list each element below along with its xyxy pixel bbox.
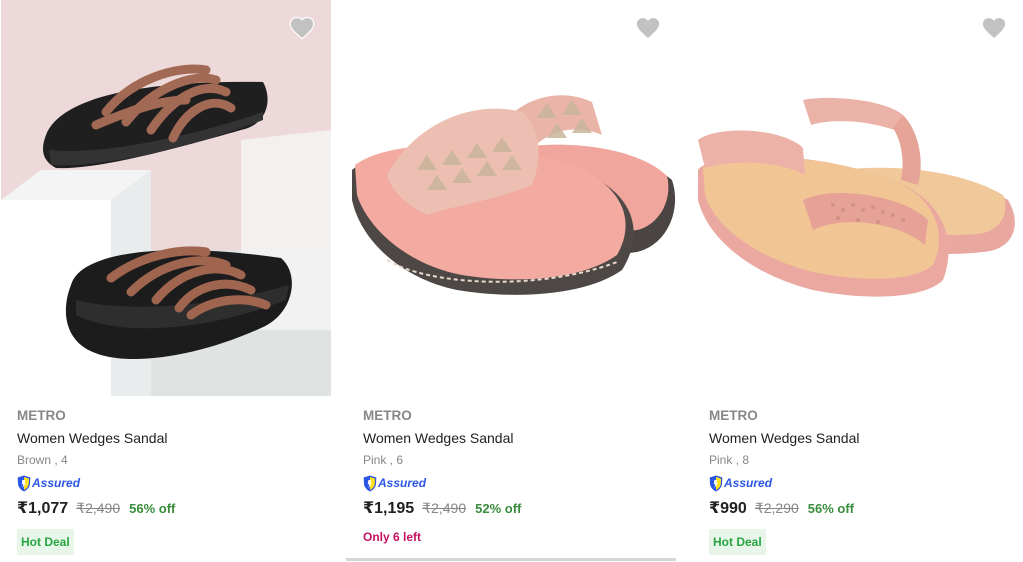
discount-percent: 56% off [129, 501, 176, 516]
product-image[interactable] [1, 0, 331, 396]
wishlist-heart-icon[interactable] [634, 14, 662, 42]
product-brand: METRO [363, 408, 412, 423]
product-image[interactable] [693, 0, 1023, 396]
selling-price: ₹1,077 [17, 500, 69, 517]
selling-price: ₹990 [709, 500, 747, 517]
wishlist-heart-icon[interactable] [980, 14, 1008, 42]
product-info: METRO Women Wedges Sandal Brown , 4 Assu… [17, 406, 317, 555]
selling-price: ₹1,195 [363, 500, 415, 517]
original-price: ₹2,490 [76, 500, 121, 516]
product-info: METRO Women Wedges Sandal Pink , 8 Assur… [709, 406, 1009, 555]
product-variant: Pink , 6 [363, 453, 404, 467]
assured-badge: Assured [709, 474, 1009, 492]
original-price: ₹2,290 [754, 500, 799, 516]
product-variant: Pink , 8 [709, 453, 750, 467]
price-row: ₹1,077 ₹2,490 56% off [17, 498, 317, 518]
discount-percent: 56% off [807, 501, 855, 516]
discount-percent: 52% off [475, 501, 522, 516]
assured-badge: Assured [17, 474, 317, 492]
hot-deal-badge: Hot Deal [709, 529, 766, 555]
original-price: ₹2,490 [422, 500, 467, 516]
price-row: ₹1,195 ₹2,490 52% off [363, 498, 663, 518]
product-info: METRO Women Wedges Sandal Pink , 6 Assur… [363, 406, 663, 545]
image-carousel-indicator [346, 558, 676, 561]
assured-label: Assured [724, 476, 773, 490]
wishlist-heart-icon[interactable] [288, 14, 316, 42]
product-title[interactable]: Women Wedges Sandal [709, 429, 1009, 447]
assured-label: Assured [32, 476, 81, 490]
product-title[interactable]: Women Wedges Sandal [363, 429, 663, 447]
product-card[interactable]: METRO Women Wedges Sandal Pink , 6 Assur… [346, 0, 678, 562]
assured-label: Assured [378, 476, 427, 490]
assured-shield-icon [363, 475, 377, 491]
assured-shield-icon [709, 475, 723, 491]
product-brand: METRO [17, 408, 66, 423]
product-brand: METRO [709, 408, 758, 423]
stock-note: Only 6 left [363, 530, 422, 544]
product-image[interactable] [347, 0, 677, 396]
product-card[interactable]: METRO Women Wedges Sandal Pink , 8 Assur… [692, 0, 1023, 562]
assured-badge: Assured [363, 474, 663, 492]
product-grid: METRO Women Wedges Sandal Brown , 4 Assu… [0, 0, 1023, 562]
assured-shield-icon [17, 475, 31, 491]
hot-deal-badge: Hot Deal [17, 529, 74, 555]
product-title[interactable]: Women Wedges Sandal [17, 429, 317, 447]
product-card[interactable]: METRO Women Wedges Sandal Brown , 4 Assu… [0, 0, 332, 562]
price-row: ₹990 ₹2,290 56% off [709, 498, 1009, 518]
product-variant: Brown , 4 [17, 453, 68, 467]
